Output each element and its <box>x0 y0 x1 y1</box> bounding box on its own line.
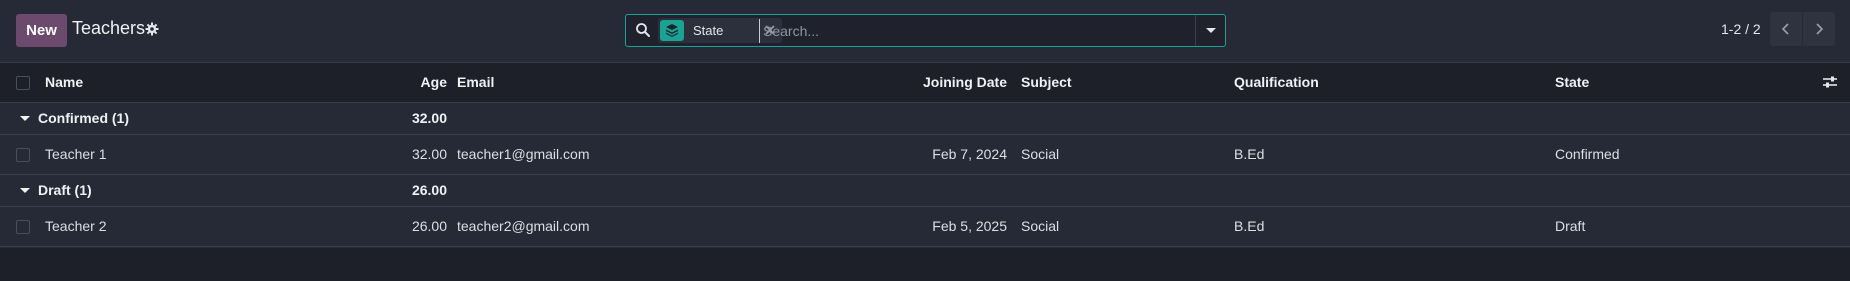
cell-state: Confirmed <box>1555 146 1620 162</box>
caret-down-icon <box>1206 28 1216 33</box>
select-all-checkbox[interactable] <box>16 76 30 90</box>
group-age-total: 32.00 <box>411 110 447 126</box>
table-row[interactable]: Teacher 2 26.00 teacher2@gmail.com Feb 5… <box>0 207 1850 247</box>
gear-icon[interactable] <box>144 21 160 37</box>
cell-subject: Social <box>1021 218 1060 234</box>
control-panel: New Teachers State Search... 1-2 / 2 <box>0 0 1850 63</box>
facet-label: State <box>693 23 724 38</box>
cell-email: teacher1@gmail.com <box>457 146 590 162</box>
column-header-name[interactable]: Name <box>45 74 83 90</box>
cell-email: teacher2@gmail.com <box>457 218 590 234</box>
table-header: Name Age Email Joining Date Subject Qual… <box>0 63 1850 103</box>
search-input[interactable] <box>759 19 1205 43</box>
chevron-left-icon <box>1781 23 1789 35</box>
group-age-total: 26.00 <box>411 182 447 198</box>
caret-down-icon <box>20 188 30 193</box>
cell-joining-date: Feb 7, 2024 <box>932 146 1007 162</box>
pager-previous-button[interactable] <box>1770 12 1802 46</box>
cell-state: Draft <box>1555 218 1586 234</box>
page-title: Teachers <box>72 18 146 38</box>
cell-qualification: B.Ed <box>1234 218 1265 234</box>
group-label: Confirmed (1) <box>38 110 129 126</box>
chevron-right-icon <box>1816 23 1824 35</box>
group-row-confirmed[interactable]: Confirmed (1) 32.00 <box>0 103 1850 135</box>
cell-joining-date: Feb 5, 2025 <box>932 218 1007 234</box>
column-header-email[interactable]: Email <box>457 74 494 90</box>
new-button[interactable]: New <box>16 14 67 47</box>
pager-value[interactable]: 1-2 / 2 <box>1721 21 1761 37</box>
sliders-icon[interactable] <box>1822 75 1838 89</box>
cell-name: Teacher 1 <box>45 146 107 162</box>
cell-qualification: B.Ed <box>1234 146 1265 162</box>
group-row-draft[interactable]: Draft (1) 26.00 <box>0 175 1850 207</box>
cell-subject: Social <box>1021 146 1060 162</box>
search-options-toggle[interactable] <box>1195 15 1225 46</box>
cell-name: Teacher 2 <box>45 218 107 234</box>
column-header-qualification[interactable]: Qualification <box>1234 74 1319 90</box>
column-header-joining-date[interactable]: Joining Date <box>900 74 1007 90</box>
column-header-subject[interactable]: Subject <box>1021 74 1072 90</box>
layers-icon <box>660 20 684 41</box>
row-checkbox[interactable] <box>16 220 30 234</box>
list-footer <box>0 248 1850 281</box>
cell-age: 26.00 <box>411 218 447 234</box>
group-label: Draft (1) <box>38 182 92 198</box>
column-header-state[interactable]: State <box>1555 74 1589 90</box>
row-checkbox[interactable] <box>16 148 30 162</box>
column-header-age[interactable]: Age <box>400 74 447 90</box>
table-row[interactable]: Teacher 1 32.00 teacher1@gmail.com Feb 7… <box>0 135 1850 175</box>
cell-age: 32.00 <box>411 146 447 162</box>
search-icon[interactable] <box>635 22 651 38</box>
caret-down-icon <box>20 116 30 121</box>
search-bar: State <box>625 14 1226 47</box>
pager-next-button[interactable] <box>1803 12 1835 46</box>
